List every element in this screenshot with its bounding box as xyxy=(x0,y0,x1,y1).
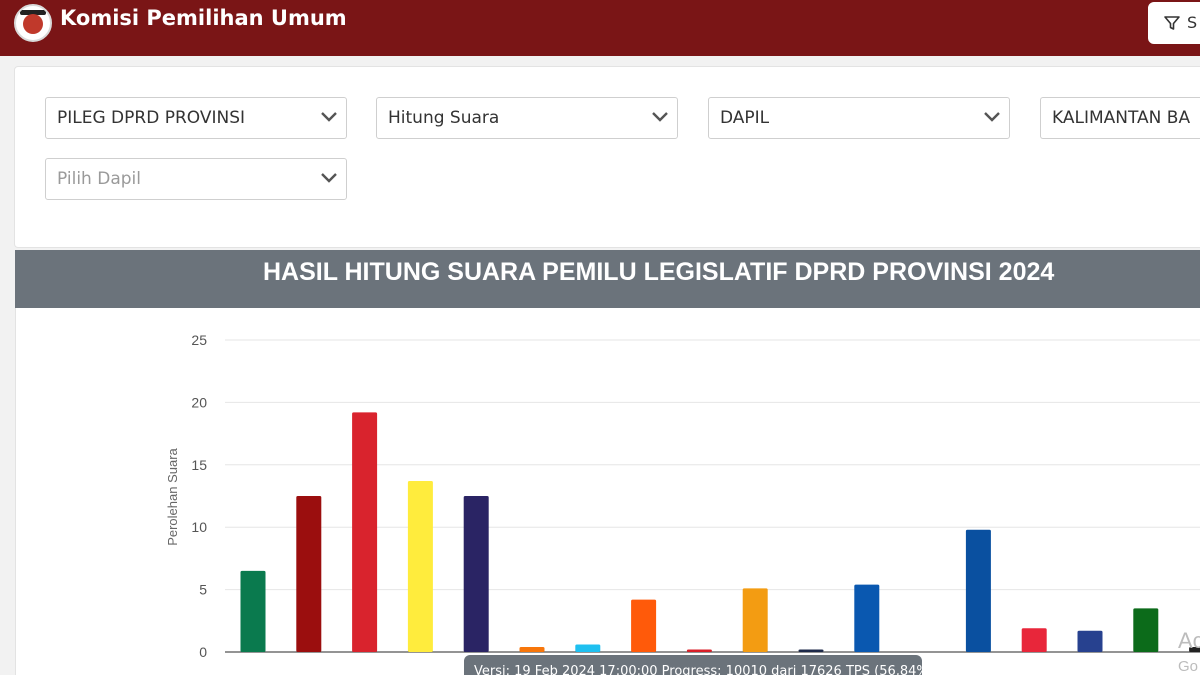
bar[interactable] xyxy=(1077,630,1103,652)
bar[interactable] xyxy=(1021,628,1047,652)
bar[interactable] xyxy=(407,481,433,652)
bar[interactable] xyxy=(742,588,768,652)
bar[interactable] xyxy=(1133,608,1159,652)
bar[interactable] xyxy=(854,584,880,652)
y-tick-label: 15 xyxy=(191,457,207,473)
y-tick-label: 5 xyxy=(199,582,207,598)
bar[interactable] xyxy=(965,529,991,652)
vote-bar-chart: 0 5 10 15 20 25 Perolehan Suara xyxy=(165,332,1200,660)
watermark-line1: Ac xyxy=(1178,628,1200,653)
bar[interactable] xyxy=(463,496,489,652)
progress-tooltip: Versi: 19 Feb 2024 17:00:00 Progress: 10… xyxy=(464,655,922,675)
watermark-line2: Go xyxy=(1178,658,1199,675)
bar[interactable] xyxy=(519,647,545,652)
y-tick-label: 10 xyxy=(191,519,207,535)
bar[interactable] xyxy=(575,644,601,652)
y-tick-label: 0 xyxy=(199,644,207,660)
bar[interactable] xyxy=(686,649,712,652)
bar[interactable] xyxy=(296,496,322,652)
y-tick-label: 20 xyxy=(191,394,207,410)
bar[interactable] xyxy=(631,599,657,652)
bar[interactable] xyxy=(352,412,378,652)
bar[interactable] xyxy=(240,570,266,652)
y-tick-label: 25 xyxy=(191,332,207,348)
y-axis-label: Perolehan Suara xyxy=(165,447,180,545)
bar[interactable] xyxy=(798,649,824,652)
